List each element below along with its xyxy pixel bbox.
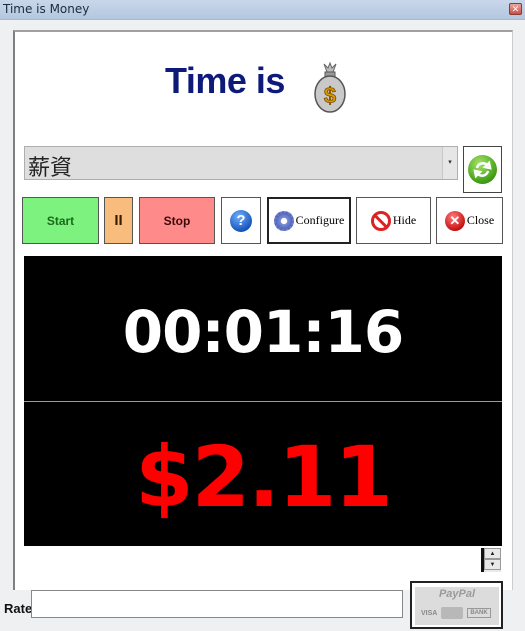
spinner-up-button[interactable]: ▲ <box>484 548 501 559</box>
close-button[interactable]: ✕ Close <box>436 197 503 244</box>
window-close-button[interactable]: ✕ <box>509 3 522 15</box>
mastercard-icon <box>441 607 464 619</box>
paypal-brand: PayPal <box>438 588 476 600</box>
elapsed-time: 00:01:16 <box>122 298 405 366</box>
configure-button[interactable]: Configure <box>267 197 351 244</box>
display-divider <box>24 401 502 402</box>
paypal-logo: PayPal VISA BANK <box>415 587 499 625</box>
start-button[interactable]: Start <box>22 197 99 244</box>
window-title: Time is Money <box>3 2 90 16</box>
app-heading: Time is <box>165 60 285 101</box>
spinner-down-button[interactable]: ▼ <box>484 559 501 570</box>
profile-select[interactable]: 薪資 ▾ <box>24 146 458 181</box>
money-bag-icon: $ <box>314 61 346 113</box>
configure-label: Configure <box>295 213 345 227</box>
help-button[interactable]: ? <box>221 197 261 244</box>
help-icon: ? <box>230 209 252 232</box>
paypal-donate-button[interactable]: PayPal VISA BANK <box>410 581 503 629</box>
bank-label: BANK <box>467 608 491 618</box>
chevron-down-icon[interactable]: ▾ <box>442 147 457 179</box>
profile-select-value: 薪資 <box>28 156 73 181</box>
refresh-button[interactable] <box>463 146 502 193</box>
svg-text:$: $ <box>324 83 336 108</box>
prohibit-icon <box>370 210 391 231</box>
payment-cards: VISA BANK <box>421 607 491 619</box>
rate-input[interactable] <box>31 590 403 618</box>
gear-icon <box>273 210 294 231</box>
refresh-icon <box>468 155 497 184</box>
earned-amount: $2.11 <box>135 428 393 526</box>
stop-button[interactable]: Stop <box>139 197 215 244</box>
hide-label: Hide <box>392 213 417 227</box>
hide-button[interactable]: Hide <box>356 197 431 244</box>
pause-button[interactable]: II <box>104 197 133 244</box>
rate-label: Rate <box>4 601 33 616</box>
close-label: Close <box>466 213 495 227</box>
rate-spinner[interactable]: ▲ ▼ <box>481 548 501 572</box>
title-bar: Time is Money ✕ <box>0 0 525 20</box>
visa-label: VISA <box>421 609 438 617</box>
close-icon: ✕ <box>444 210 465 231</box>
timer-display: 00:01:16 $2.11 <box>24 256 502 546</box>
